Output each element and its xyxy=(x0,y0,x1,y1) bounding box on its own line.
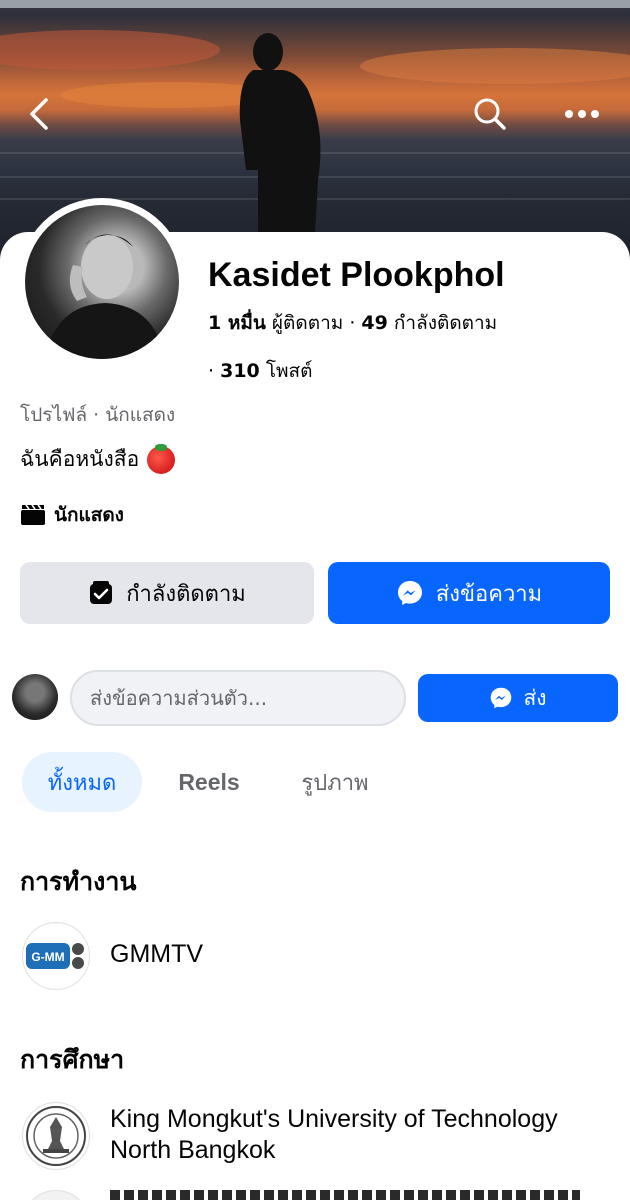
following-button-label: กำลังติดตาม xyxy=(126,581,246,607)
kmutnb-logo[interactable] xyxy=(22,1102,90,1170)
message-button[interactable]: ส่งข้อความ xyxy=(328,562,610,624)
status-bar-strip xyxy=(0,0,630,8)
send-button-label: ส่ง xyxy=(523,685,547,710)
followers-label[interactable]: ผู้ติดตาม xyxy=(272,312,343,334)
messenger-icon xyxy=(397,581,422,605)
posts-count: 310 xyxy=(220,360,260,382)
message-button-label: ส่งข้อความ xyxy=(435,581,543,607)
profile-stats-posts: · 310 โพสต์ xyxy=(208,356,312,386)
avatar-portrait xyxy=(45,234,165,359)
chevron-left-icon xyxy=(30,98,48,130)
education-item-name[interactable]: King Mongkut's University of Technology … xyxy=(110,1104,610,1166)
profile-avatar[interactable] xyxy=(18,198,186,366)
education-section-title: การศึกษา xyxy=(20,1045,125,1074)
work-item-name[interactable]: GMMTV xyxy=(110,940,203,969)
education-name-line2: North Bangkok xyxy=(110,1136,276,1164)
following-label[interactable]: กำลังติดตาม xyxy=(394,312,497,334)
bio-text: ฉันคือหนังสือ xyxy=(20,447,140,471)
tab-all[interactable]: ทั้งหมด xyxy=(22,752,142,812)
tab-photos[interactable]: รูปภาพ xyxy=(280,752,390,812)
gmmtv-logo[interactable]: G-MM xyxy=(22,922,90,990)
profile-category: โปรไฟล์ · นักแสดง xyxy=(20,404,176,426)
education-name-line1: King Mongkut's University of Technology xyxy=(110,1105,558,1133)
search-button[interactable] xyxy=(466,90,514,138)
tomato-icon xyxy=(147,443,176,474)
following-check-icon xyxy=(90,581,113,604)
clapperboard-icon xyxy=(21,504,45,525)
tab-reels[interactable]: Reels xyxy=(162,752,256,812)
following-button[interactable]: กำลังติดตาม xyxy=(20,562,314,624)
job-label: นักแสดง xyxy=(54,504,124,526)
more-options-button[interactable] xyxy=(558,90,606,138)
send-button[interactable]: ส่ง xyxy=(418,674,618,722)
following-count[interactable]: 49 xyxy=(361,312,387,334)
education-item-cut xyxy=(0,1186,630,1200)
cover-cloud xyxy=(360,48,630,84)
stats-separator: · xyxy=(208,360,215,382)
back-button[interactable] xyxy=(16,90,64,138)
profile-bio: ฉันคือหนังสือ xyxy=(20,443,176,476)
profile-name: Kasidet Plookphol xyxy=(208,256,505,294)
gmmtv-logo-text: G-MM xyxy=(31,950,64,964)
viewer-avatar xyxy=(12,674,58,720)
messenger-icon xyxy=(491,687,512,709)
profile-job: นักแสดง xyxy=(20,500,124,530)
work-section-title: การทำงาน xyxy=(20,867,137,896)
stats-separator: · xyxy=(349,312,356,334)
education-text-cut xyxy=(110,1190,580,1200)
gmmtv-logo-mark: G-MM xyxy=(26,943,84,969)
more-horizontal-icon xyxy=(565,110,599,118)
profile-stats: 1 หมื่น ผู้ติดตาม · 49 กำลังติดตาม xyxy=(208,308,497,338)
education-logo-cut xyxy=(22,1190,90,1200)
search-icon xyxy=(474,98,506,130)
followers-count[interactable]: 1 หมื่น xyxy=(208,312,266,334)
cover-cloud xyxy=(0,30,220,70)
posts-label: โพสต์ xyxy=(265,360,313,382)
avatar-photo xyxy=(25,205,179,359)
private-message-input[interactable] xyxy=(70,670,406,726)
university-seal-icon xyxy=(26,1106,86,1166)
